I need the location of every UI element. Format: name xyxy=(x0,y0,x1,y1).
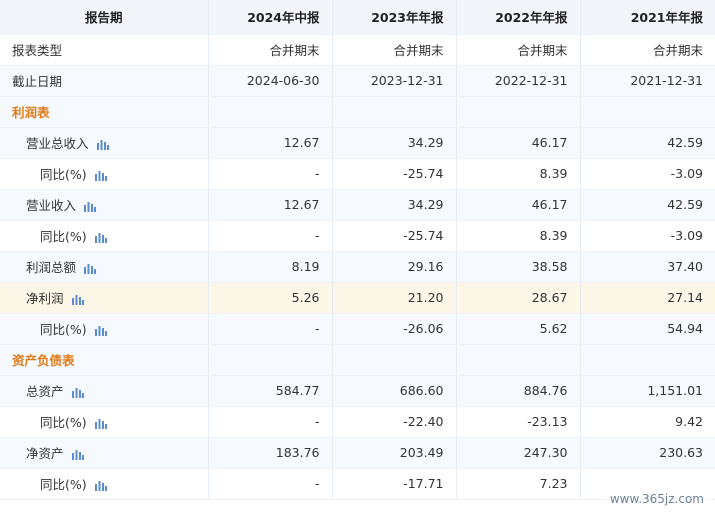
bar-chart-icon[interactable] xyxy=(84,201,97,212)
row-label: 报表类型 xyxy=(0,34,209,66)
section-row-balance: 资产负债表 xyxy=(0,344,715,376)
table-row: 报表类型 合并期末 合并期末 合并期末 合并期末 xyxy=(0,34,715,66)
row-label: 同比(%) xyxy=(40,415,87,430)
cell: 合并期末 xyxy=(332,34,457,66)
cell: - xyxy=(208,406,333,438)
cell: - xyxy=(208,220,333,252)
cell: 2021-12-31 xyxy=(580,65,715,97)
row-label: 营业收入 xyxy=(26,198,77,213)
cell: -25.74 xyxy=(332,220,457,252)
table-row: 同比(%) - -22.40 -23.13 9.42 xyxy=(0,406,715,438)
cell: -17.71 xyxy=(332,468,457,500)
cell: 34.29 xyxy=(332,127,457,159)
cell: 54.94 xyxy=(580,313,715,345)
cell: 37.40 xyxy=(580,251,715,283)
cell: 8.39 xyxy=(456,158,581,190)
cell: 8.39 xyxy=(456,220,581,252)
header-col-2: 2023年年报 xyxy=(332,0,457,35)
cell: 1,151.01 xyxy=(580,375,715,407)
table-row: 营业总收入 12.67 34.29 46.17 42.59 xyxy=(0,127,715,159)
cell: 7.23 xyxy=(456,468,581,500)
table-row: 营业收入 12.67 34.29 46.17 42.59 xyxy=(0,189,715,221)
table-row: 同比(%) - -26.06 5.62 54.94 xyxy=(0,313,715,345)
row-label: 同比(%) xyxy=(40,229,87,244)
cell: 2024-06-30 xyxy=(208,65,333,97)
bar-chart-icon[interactable] xyxy=(94,418,107,429)
row-label: 总资产 xyxy=(26,384,64,399)
bar-chart-icon[interactable] xyxy=(71,387,84,398)
table-row: 截止日期 2024-06-30 2023-12-31 2022-12-31 20… xyxy=(0,65,715,97)
bar-chart-icon[interactable] xyxy=(96,139,109,150)
cell: 21.20 xyxy=(332,282,457,314)
header-period: 报告期 xyxy=(0,0,209,35)
bar-chart-icon[interactable] xyxy=(94,232,107,243)
header-col-3: 2022年年报 xyxy=(456,0,581,35)
table-row-highlighted: 净利润 5.26 21.20 28.67 27.14 xyxy=(0,282,715,314)
cell: 合并期末 xyxy=(580,34,715,66)
cell: - xyxy=(208,158,333,190)
row-label: 营业总收入 xyxy=(26,136,89,151)
cell: 46.17 xyxy=(456,189,581,221)
cell: 27.14 xyxy=(580,282,715,314)
cell: 5.62 xyxy=(456,313,581,345)
cell: 2023-12-31 xyxy=(332,65,457,97)
cell: 合并期末 xyxy=(208,34,333,66)
table-header: 报告期 2024年中报 2023年年报 2022年年报 2021年年报 xyxy=(0,0,715,35)
watermark: www.365jz.com xyxy=(606,491,707,507)
cell: 9.42 xyxy=(580,406,715,438)
table-row: 总资产 584.77 686.60 884.76 1,151.01 xyxy=(0,375,715,407)
cell: 34.29 xyxy=(332,189,457,221)
cell: -23.13 xyxy=(456,406,581,438)
cell: 183.76 xyxy=(208,437,333,469)
cell: -25.74 xyxy=(332,158,457,190)
table-row: 同比(%) - -25.74 8.39 -3.09 xyxy=(0,220,715,252)
row-label: 同比(%) xyxy=(40,322,87,337)
row-label: 截止日期 xyxy=(0,65,209,97)
cell: 合并期末 xyxy=(456,34,581,66)
cell: 29.16 xyxy=(332,251,457,283)
cell: 230.63 xyxy=(580,437,715,469)
header-col-1: 2024年中报 xyxy=(208,0,333,35)
cell: 46.17 xyxy=(456,127,581,159)
cell: 12.67 xyxy=(208,127,333,159)
table-row: 利润总额 8.19 29.16 38.58 37.40 xyxy=(0,251,715,283)
row-label: 同比(%) xyxy=(40,477,87,492)
section-title-income: 利润表 xyxy=(12,105,50,120)
table-row: 净资产 183.76 203.49 247.30 230.63 xyxy=(0,437,715,469)
bar-chart-icon[interactable] xyxy=(94,170,107,181)
section-row-income: 利润表 xyxy=(0,96,715,128)
financial-table: 报告期 2024年中报 2023年年报 2022年年报 2021年年报 报表类型… xyxy=(0,0,715,500)
header-col-4: 2021年年报 xyxy=(580,0,715,35)
table-row: 同比(%) - -25.74 8.39 -3.09 xyxy=(0,158,715,190)
cell: 8.19 xyxy=(208,251,333,283)
cell: -26.06 xyxy=(332,313,457,345)
cell: 42.59 xyxy=(580,189,715,221)
row-label: 同比(%) xyxy=(40,167,87,182)
cell: 203.49 xyxy=(332,437,457,469)
row-label: 净资产 xyxy=(26,446,64,461)
cell: 38.58 xyxy=(456,251,581,283)
cell: -3.09 xyxy=(580,220,715,252)
cell: -22.40 xyxy=(332,406,457,438)
cell: - xyxy=(208,313,333,345)
cell: -3.09 xyxy=(580,158,715,190)
cell: - xyxy=(208,468,333,500)
bar-chart-icon[interactable] xyxy=(94,480,107,491)
bar-chart-icon[interactable] xyxy=(94,325,107,336)
row-label: 净利润 xyxy=(26,291,64,306)
cell: 12.67 xyxy=(208,189,333,221)
bar-chart-icon[interactable] xyxy=(71,449,84,460)
cell: 884.76 xyxy=(456,375,581,407)
cell: 247.30 xyxy=(456,437,581,469)
section-title-balance: 资产负债表 xyxy=(12,353,75,368)
cell: 42.59 xyxy=(580,127,715,159)
row-label: 利润总额 xyxy=(26,260,77,275)
cell: 2022-12-31 xyxy=(456,65,581,97)
cell: 584.77 xyxy=(208,375,333,407)
cell: 686.60 xyxy=(332,375,457,407)
bar-chart-icon[interactable] xyxy=(71,294,84,305)
cell: 5.26 xyxy=(208,282,333,314)
cell: 28.67 xyxy=(456,282,581,314)
bar-chart-icon[interactable] xyxy=(84,263,97,274)
